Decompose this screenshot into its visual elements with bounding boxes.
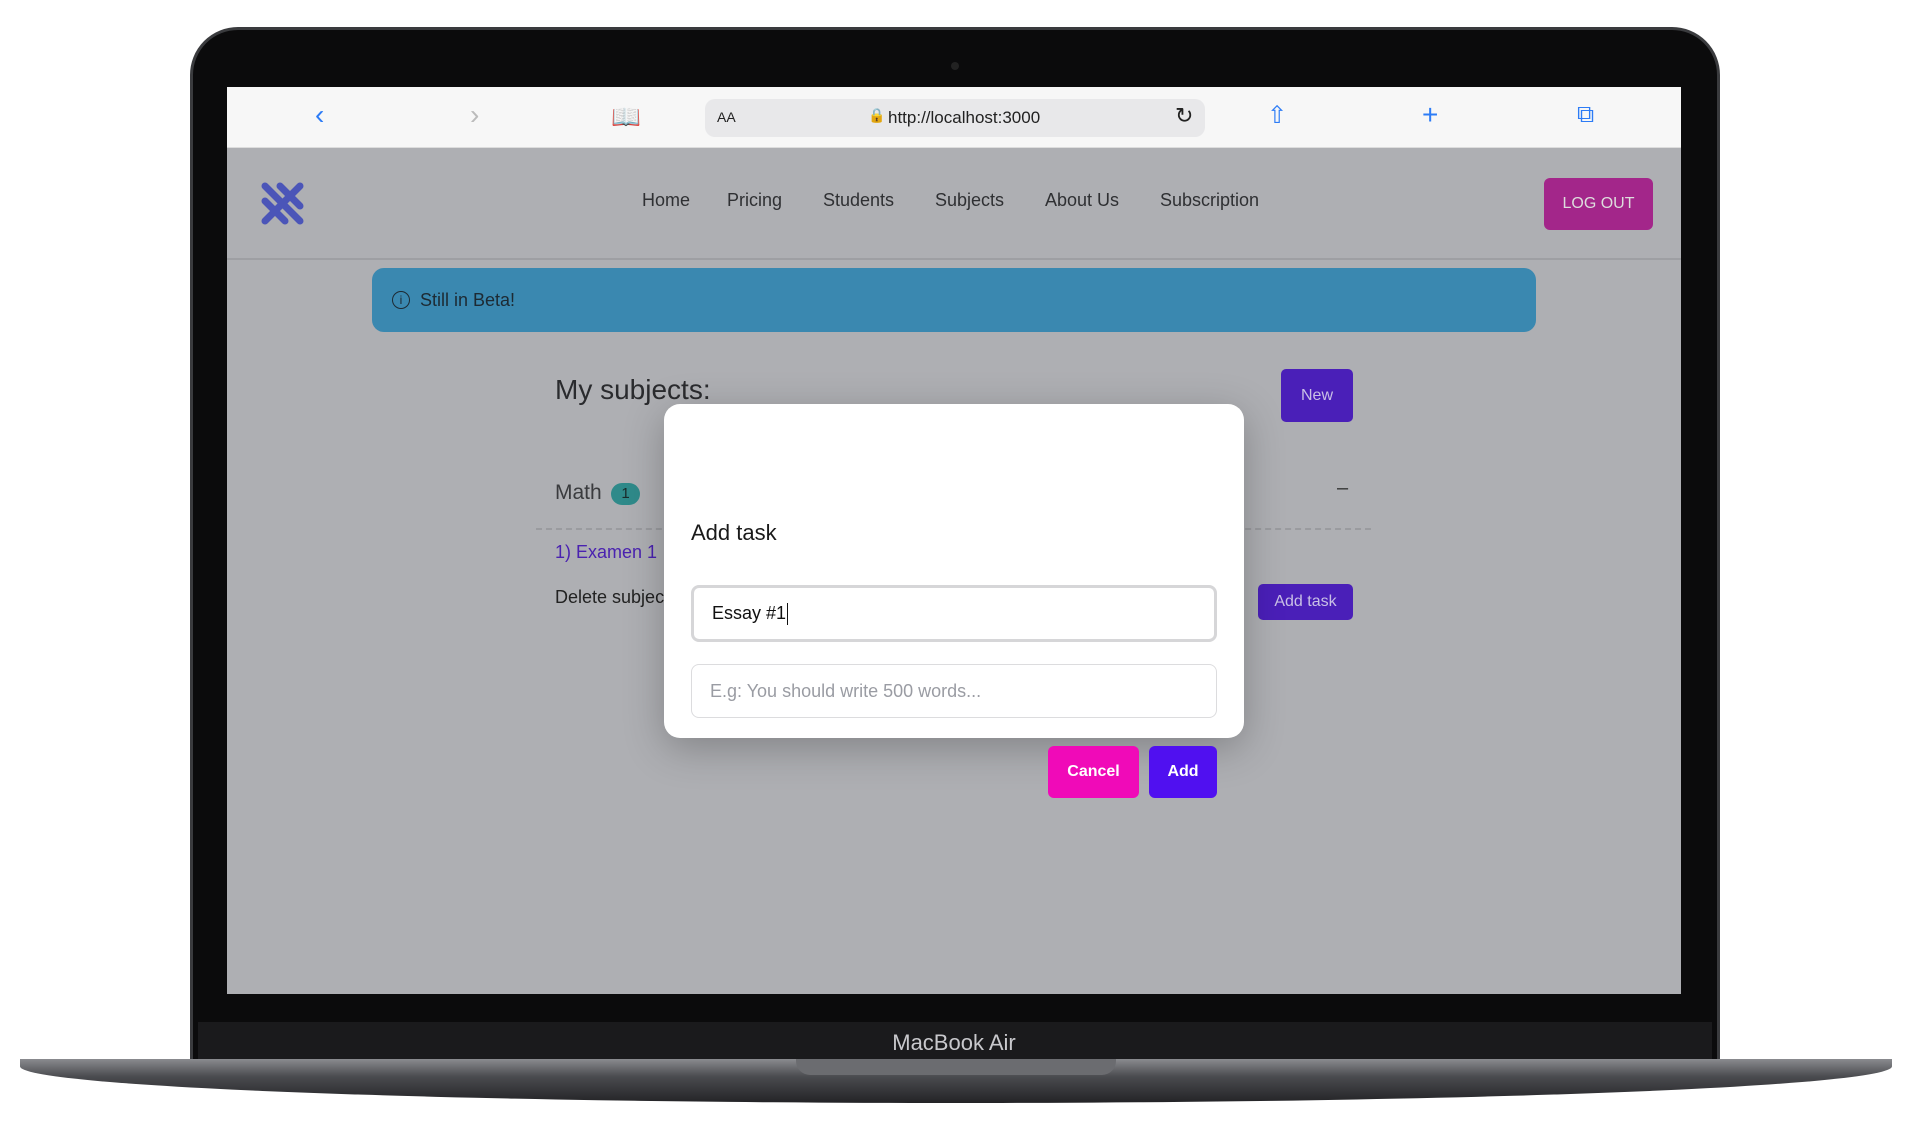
task-link[interactable]: 1) Examen 1	[555, 542, 657, 563]
address-bar[interactable]: AA 🔒 http://localhost:3000 ↻	[705, 99, 1205, 137]
add-task-modal: Add task Essay #1 E.g: You should write …	[664, 404, 1244, 798]
add-task-button[interactable]: Add task	[1258, 584, 1353, 620]
banner-text: Still in Beta!	[420, 289, 516, 310]
text-size-button[interactable]: AA	[717, 109, 736, 125]
site-nav: Home Pricing Students Subjects About Us …	[227, 148, 1681, 260]
new-tab-icon[interactable]: +	[1422, 99, 1438, 131]
nav-students[interactable]: Students	[823, 190, 894, 211]
bookmarks-icon[interactable]: 📖	[611, 103, 641, 132]
logout-button[interactable]: LOG OUT	[1544, 178, 1653, 230]
screen: ‹ › 📖 AA 🔒 http://localhost:3000 ↻ ⇧ + ⧉…	[227, 87, 1681, 994]
text-cursor	[787, 602, 789, 625]
url-text: http://localhost:3000	[888, 108, 1041, 127]
device-label: MacBook Air	[892, 1030, 1016, 1055]
nav-subjects[interactable]: Subjects	[935, 190, 1004, 211]
laptop-notch	[796, 1059, 1116, 1075]
browser-toolbar: ‹ › 📖 AA 🔒 http://localhost:3000 ↻ ⇧ + ⧉	[227, 87, 1681, 148]
nav-pricing[interactable]: Pricing	[727, 190, 782, 211]
subject-name[interactable]: Math	[555, 481, 602, 505]
modal-title: Add task	[691, 520, 777, 545]
task-count-badge: 1	[611, 483, 640, 505]
nav-subscription[interactable]: Subscription	[1160, 190, 1259, 211]
nav-about-us[interactable]: About Us	[1045, 190, 1119, 211]
share-icon[interactable]: ⇧	[1267, 101, 1287, 130]
forward-icon[interactable]: ›	[470, 99, 479, 131]
page-title: My subjects:	[555, 374, 711, 405]
beta-banner: i Still in Beta!	[372, 268, 1536, 332]
back-icon[interactable]: ‹	[315, 99, 324, 131]
task-name-value: Essay #1	[712, 603, 787, 623]
add-button[interactable]: Add	[1149, 746, 1217, 798]
tabs-icon[interactable]: ⧉	[1577, 101, 1594, 129]
logo[interactable]	[260, 181, 306, 227]
collapse-button[interactable]: –	[1337, 477, 1348, 500]
delete-subject-link[interactable]: Delete subject	[555, 587, 669, 608]
task-name-input[interactable]: Essay #1	[691, 585, 1217, 642]
cancel-button[interactable]: Cancel	[1048, 746, 1139, 798]
nav-home[interactable]: Home	[642, 190, 690, 211]
camera	[951, 62, 959, 70]
task-description-input[interactable]: E.g: You should write 500 words...	[691, 664, 1217, 718]
reload-icon[interactable]: ↻	[1175, 103, 1193, 129]
new-subject-button[interactable]: New	[1281, 369, 1353, 422]
info-icon: i	[392, 291, 410, 309]
lock-icon: 🔒	[868, 107, 886, 123]
